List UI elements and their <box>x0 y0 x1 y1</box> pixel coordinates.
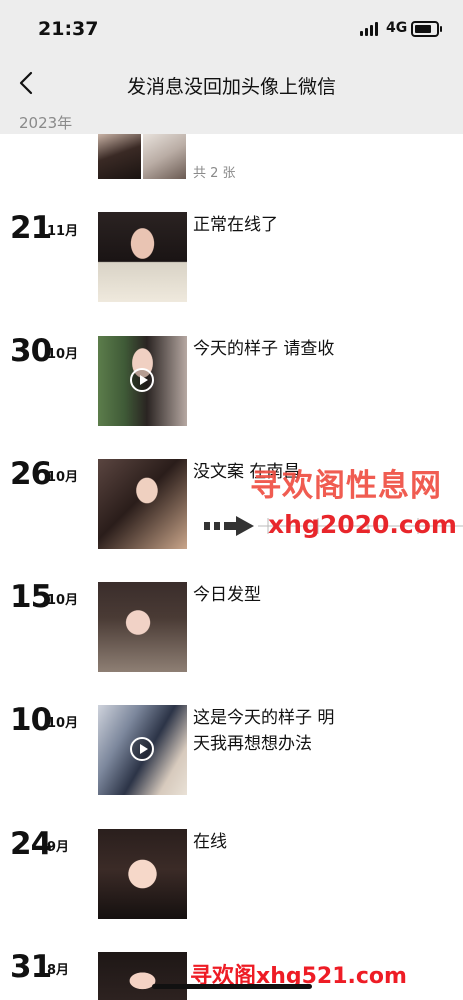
home-indicator[interactable] <box>152 984 312 989</box>
signal-icon <box>360 22 380 36</box>
year-label: 2023年 <box>19 114 73 132</box>
battery-icon <box>411 21 442 37</box>
post-month: 10月 <box>47 347 79 362</box>
post-caption-line1: 这是今天的样子 明 <box>193 708 335 728</box>
post-month: 10月 <box>47 593 79 608</box>
status-time: 21:37 <box>38 18 99 40</box>
post-day: 10 <box>10 702 52 738</box>
post-caption: 今日发型 <box>193 585 261 605</box>
watermark-site-name: 寻欢阁性息网 <box>250 468 442 504</box>
nav-bar: 发消息没回加头像上微信 <box>0 60 463 110</box>
post-photo[interactable] <box>98 829 187 919</box>
post-day: 24 <box>10 826 52 862</box>
network-label: 4G <box>386 20 408 36</box>
post-photo[interactable] <box>98 952 187 1000</box>
post-month: 10月 <box>47 716 79 731</box>
post-month: 8月 <box>47 963 70 978</box>
watermark-site-url: xhg2020.com <box>268 510 457 539</box>
post-day: 15 <box>10 579 52 615</box>
status-bar: 21:37 4G <box>0 0 463 60</box>
post-photo[interactable] <box>143 134 186 179</box>
post-day: 30 <box>10 333 52 369</box>
post-caption: 今天的样子 请查收 <box>193 339 335 359</box>
photo-count-label: 共 2 张 <box>193 166 236 181</box>
post-day: 31 <box>10 949 52 985</box>
post-day: 26 <box>10 456 52 492</box>
post-photo[interactable] <box>98 582 187 672</box>
page-title: 发消息没回加头像上微信 <box>126 76 336 98</box>
year-header: 2023年 <box>0 110 463 134</box>
post-day: 21 <box>10 210 52 246</box>
post-month: 11月 <box>47 224 79 239</box>
post-video-thumbnail[interactable] <box>98 705 187 795</box>
post-month: 10月 <box>47 470 79 485</box>
play-icon <box>130 368 154 392</box>
post-video-thumbnail[interactable] <box>98 336 187 426</box>
post-month: 9月 <box>47 840 70 855</box>
post-caption: 在线 <box>193 832 227 852</box>
post-caption-line2: 天我再想想办法 <box>193 734 312 754</box>
post-photo[interactable] <box>98 134 141 179</box>
post-caption: 正常在线了 <box>193 215 278 235</box>
post-photo[interactable] <box>98 212 187 302</box>
post-photo[interactable] <box>98 459 187 549</box>
play-icon <box>130 737 154 761</box>
